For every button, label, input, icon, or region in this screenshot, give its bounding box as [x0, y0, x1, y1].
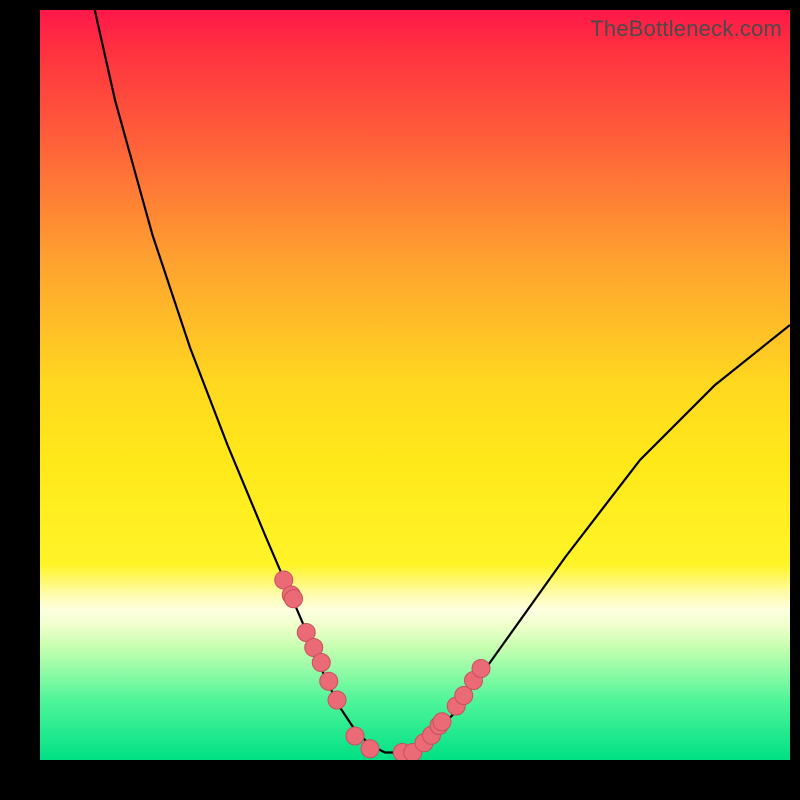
marker-point — [328, 691, 346, 709]
chart-svg — [40, 10, 790, 760]
plot-area: TheBottleneck.com — [40, 10, 790, 760]
marker-point — [472, 660, 490, 678]
marker-point — [285, 590, 303, 608]
marker-point — [312, 654, 330, 672]
marker-point — [320, 672, 338, 690]
marker-point — [433, 713, 451, 731]
marker-point — [361, 740, 379, 758]
bottleneck-curve — [95, 10, 790, 753]
marker-point — [346, 727, 364, 745]
marker-group — [275, 571, 490, 760]
chart-container: TheBottleneck.com — [0, 0, 800, 800]
